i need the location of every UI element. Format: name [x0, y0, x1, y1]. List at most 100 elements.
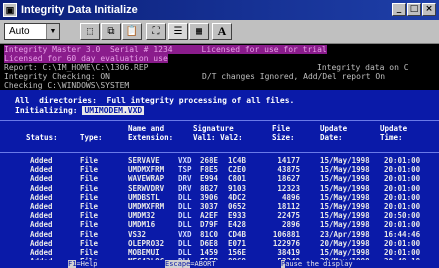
cell-name: WAVEWRAP — [128, 174, 165, 184]
cell-type: File — [80, 248, 99, 257]
cell-type: File — [80, 238, 99, 248]
header-line-1: Integrity Master 3.0 Serial # 1234 Licen… — [4, 45, 327, 54]
cell-sig-val2: E428 — [228, 220, 247, 230]
cell-sig-val1: 3037 — [200, 202, 219, 211]
cell-sig-val1: F8E5 — [200, 165, 219, 175]
cell-size: 14177 — [277, 156, 300, 165]
cell-name: MOBEMUI — [128, 248, 160, 257]
cell-size: 12323 — [277, 183, 300, 193]
column-header-time: Update — [380, 124, 408, 133]
cell-sig-val2: C801 — [228, 174, 247, 184]
background-button[interactable]: ▦ — [189, 23, 209, 40]
cell-size: 18112 — [277, 202, 300, 211]
cell-date: 15/May/1998 — [320, 192, 370, 202]
cell-status: Added — [30, 229, 53, 239]
cell-sig-val1: 1459 — [200, 248, 219, 257]
cell-size: 38419 — [277, 248, 300, 257]
all-directories-line: All directories: Full integrity processi… — [15, 96, 295, 105]
abort-key[interactable]: Escape=ABORT — [165, 260, 216, 268]
cell-extension: VXD — [178, 156, 192, 165]
cell-size: 43875 — [277, 165, 300, 175]
cell-time: 20:01:00 — [384, 174, 421, 184]
cell-name: SERWVDRV — [128, 183, 165, 193]
cell-sig-val1: E994 — [200, 174, 219, 184]
cell-sig-val1: 8B27 — [200, 183, 219, 193]
paste-icon: 📋 — [125, 26, 139, 37]
window-controls: _ □ × — [392, 3, 436, 16]
cell-name: SERVAVE — [128, 156, 160, 165]
cell-type: File — [80, 202, 99, 211]
properties-icon: ☰ — [173, 26, 183, 37]
cell-status: Added — [30, 248, 53, 257]
cell-status: Added — [30, 202, 53, 211]
paste-button[interactable]: 📋 — [122, 23, 142, 40]
cell-sig-val2: E071 — [228, 238, 247, 248]
cell-date: 15/May/1998 — [320, 165, 370, 175]
cell-type: File — [80, 183, 99, 193]
font-size-select[interactable]: Auto ▼ — [4, 23, 60, 40]
cell-extension: DRV — [178, 183, 192, 193]
cell-name: UMDMXFRM — [128, 202, 165, 211]
maximize-button[interactable]: □ — [407, 3, 421, 16]
chevron-down-icon[interactable]: ▼ — [46, 24, 59, 39]
header-line-4: Integrity Checking: ON D/T changes Ignore… — [4, 72, 386, 81]
cell-status: Added — [30, 211, 53, 221]
cell-status: Added — [30, 174, 53, 184]
cell-extension: VXD — [178, 229, 192, 239]
cell-name: UMDMXFRM — [128, 165, 165, 175]
cell-sig-val2: 156E — [228, 248, 247, 257]
pause-key[interactable]: Pause the display — [281, 260, 353, 268]
cell-sig-val1: 81C0 — [200, 229, 219, 239]
cell-type: File — [80, 220, 99, 230]
cell-status: Added — [30, 220, 53, 230]
close-button[interactable]: × — [422, 3, 436, 16]
cell-date: 15/May/1998 — [320, 248, 370, 257]
cell-size: 2896 — [281, 220, 300, 230]
cell-status: Added — [30, 183, 53, 193]
column-header-signature: Val1: Val2: — [193, 133, 243, 142]
header-line-2: Licensed for 60 day evaluation use — [4, 54, 168, 63]
cell-sig-val2: 9103 — [228, 183, 247, 193]
cell-extension: DLL — [178, 192, 192, 202]
cell-size: 106881 — [272, 229, 300, 239]
cell-date: 23/Apr/1998 — [320, 229, 370, 239]
cell-date: 15/May/1998 — [320, 211, 370, 221]
cell-size: 4896 — [281, 192, 300, 202]
cell-time: 16:44:46 — [384, 229, 421, 239]
font-button[interactable]: A — [212, 23, 232, 40]
cell-name: VS32 — [128, 229, 147, 239]
report-header: Integrity Master 3.0 Serial # 1234 Licen… — [0, 44, 439, 90]
fullscreen-button[interactable]: ⛶ — [146, 23, 166, 40]
console-area: Integrity Master 3.0 Serial # 1234 Licen… — [0, 44, 439, 268]
divider — [0, 120, 439, 121]
cell-time: 20:01:00 — [384, 248, 421, 257]
column-header-date: Date: — [320, 133, 343, 142]
cell-date: 20/May/1998 — [320, 238, 370, 248]
properties-button[interactable]: ☰ — [168, 23, 188, 40]
cell-sig-val2: 0652 — [228, 202, 247, 211]
header-line-3: Report: C:\IM_HOME\C:\1306.REP Integrity … — [4, 63, 409, 72]
cell-sig-val1: D79F — [200, 220, 219, 230]
cell-name: OLEPRO32 — [128, 238, 165, 248]
cell-date: 15/May/1998 — [320, 174, 370, 184]
font-icon: A — [217, 24, 227, 38]
cell-type: File — [80, 211, 99, 221]
cell-time: 20:01:00 — [384, 220, 421, 230]
help-key[interactable]: F1=Help — [68, 260, 98, 268]
column-header-type: Type: — [80, 133, 103, 142]
cell-status: Added — [30, 156, 53, 165]
header-line-5: Checking C:\WINDOWS\SYSTEM — [4, 81, 130, 90]
cell-time: 20:01:00 — [384, 238, 421, 248]
title-bar: ▣ Integrity Data Initialize _ □ × — [0, 0, 439, 20]
cell-name: UMDBSTL — [128, 192, 160, 202]
key-help-bar: F1=Help Escape=ABORT Pause the display — [0, 260, 439, 268]
cell-sig-val2: 4DC2 — [228, 192, 247, 202]
cell-sig-val2: CD4B — [228, 229, 247, 239]
window-title: Integrity Data Initialize — [21, 4, 138, 16]
initializing-line: Initializing: UMIMODEM.VXD — [15, 106, 145, 115]
cell-extension: DLL — [178, 248, 192, 257]
minimize-button[interactable]: _ — [392, 3, 406, 16]
app-icon[interactable]: ▣ — [3, 3, 17, 17]
copy-button[interactable]: ⧉ — [101, 23, 121, 40]
mark-button[interactable]: ⬚ — [80, 23, 100, 40]
